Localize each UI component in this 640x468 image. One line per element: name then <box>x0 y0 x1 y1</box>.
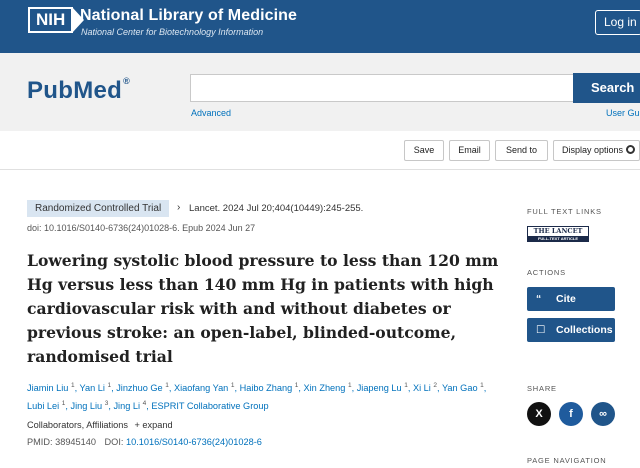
author-link[interactable]: Jiamin Liu <box>27 383 68 393</box>
author-link[interactable]: Yan Gao <box>442 383 478 393</box>
facebook-icon: f <box>569 408 573 420</box>
doi-label: DOI: <box>104 437 124 447</box>
search-button[interactable]: Search <box>573 73 640 103</box>
collaborators-affiliations-link[interactable]: Collaborators, Affiliations <box>27 420 128 430</box>
share-x-button[interactable]: X <box>527 402 551 426</box>
author-link[interactable]: Lubi Lei <box>27 401 59 411</box>
nih-subtitle: National Center for Biotechnology Inform… <box>81 27 264 37</box>
nih-logo-text: NIH <box>28 7 74 33</box>
display-options-button[interactable]: Display options <box>553 140 640 161</box>
search-area: PubMed® Search Advanced User Guide <box>0 53 640 131</box>
actions-heading: ACTIONS <box>527 268 566 277</box>
user-guide-link[interactable]: User Guide <box>606 108 640 118</box>
share-heading: SHARE <box>527 384 557 393</box>
chevron-right-icon: › <box>177 202 181 213</box>
lancet-logo-text: THE LANCET <box>533 227 583 235</box>
author-link[interactable]: Xi Li <box>413 383 431 393</box>
page-navigation-heading: PAGE NAVIGATION <box>527 456 607 465</box>
doi-link[interactable]: 10.1016/S0140-6736(24)01028-6 <box>126 437 262 447</box>
lancet-logo-subtext: FULL-TEXT ARTICLE <box>528 236 588 241</box>
advanced-search-link[interactable]: Advanced <box>191 108 231 118</box>
collections-label: Collections <box>556 324 613 336</box>
copy-link-button[interactable]: ∞ <box>591 402 615 426</box>
pmid-label: PMID: <box>27 437 53 447</box>
x-icon: X <box>535 408 543 420</box>
search-input[interactable] <box>190 74 574 102</box>
pubmed-logo-text: PubMed <box>27 77 123 104</box>
share-facebook-button[interactable]: f <box>559 402 583 426</box>
display-options-label: Display options <box>562 145 624 155</box>
login-button[interactable]: Log in <box>595 10 640 35</box>
nih-title[interactable]: National Library of Medicine <box>80 7 297 25</box>
publication-type-badge: Randomized Controlled Trial <box>27 200 170 217</box>
send-to-button[interactable]: Send to <box>495 140 548 161</box>
author-link[interactable]: Haibo Zhang <box>240 383 293 393</box>
authors-list: Jiamin Liu 1, Yan Li 1, Jinzhuo Ge 1, Xi… <box>27 382 487 412</box>
author-link[interactable]: Yan Li <box>80 383 105 393</box>
author-link[interactable]: Xin Zheng <box>304 383 346 393</box>
gear-icon <box>626 145 636 154</box>
save-button[interactable]: Save <box>404 140 444 161</box>
author-link[interactable]: Xiaofang Yan <box>174 383 228 393</box>
link-icon: ∞ <box>599 408 607 420</box>
collaborators-line: Collaborators, Affiliations + expand <box>27 420 173 430</box>
nih-logo[interactable]: NIH <box>28 6 85 34</box>
full-text-links-heading: FULL TEXT LINKS <box>527 207 602 216</box>
journal-citation[interactable]: Lancet. 2024 Jul 20;404(10449):245-255. <box>189 203 363 214</box>
article-title: Lowering systolic blood pressure to less… <box>27 251 499 366</box>
nih-banner: NIH National Library of Medicine Nationa… <box>0 0 640 53</box>
email-button[interactable]: Email <box>449 140 490 161</box>
pubmed-logo[interactable]: PubMed® <box>27 76 131 105</box>
author-link[interactable]: Jinzhuo Ge <box>116 383 162 393</box>
registered-mark: ® <box>123 76 131 86</box>
lancet-full-text-link[interactable]: THE LANCET FULL-TEXT ARTICLE <box>527 226 589 242</box>
collections-button[interactable]: ☐ Collections <box>527 318 615 342</box>
author-link[interactable]: Jiapeng Lu <box>357 383 402 393</box>
collaborative-group-link[interactable]: ESPRIT Collaborative Group <box>151 401 268 411</box>
quote-icon: “ <box>536 293 542 305</box>
action-bar: Save Email Send to Display options <box>0 131 640 170</box>
author-link[interactable]: Jing Liu <box>70 401 102 411</box>
bookmark-icon: ☐ <box>536 324 546 336</box>
pmid-value: 38945140 <box>55 437 96 447</box>
cite-button[interactable]: “ Cite <box>527 287 615 311</box>
author-link[interactable]: Jing Li <box>113 401 140 411</box>
pmid-doi-line: PMID: 38945140 DOI: 10.1016/S0140-6736(2… <box>27 437 262 447</box>
cite-label: Cite <box>556 293 576 305</box>
expand-toggle[interactable]: + expand <box>135 420 173 430</box>
doi-epub-line: doi: 10.1016/S0140-6736(24)01028-6. Epub… <box>27 223 256 233</box>
